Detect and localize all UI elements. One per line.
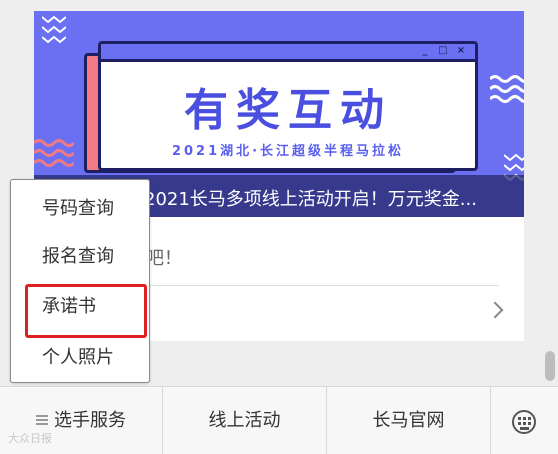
tab-athlete-services-label: 选手服务 <box>54 410 126 431</box>
tab-online-activities-label: 线上活动 <box>208 410 281 431</box>
keyboard-icon[interactable] <box>512 410 536 434</box>
bottom-tab-bar: 选手服务 线上活动 长马官网 <box>0 386 558 454</box>
window-titlebar: _ □ × <box>101 44 475 62</box>
banner-title: 有奖互动 <box>184 85 392 136</box>
article-snippet: 吧！ <box>146 248 182 269</box>
watermark: 大众日报 <box>8 432 52 445</box>
maximize-icon: □ <box>438 45 448 56</box>
menu-item-personal-photo[interactable]: 个人照片 <box>11 343 149 373</box>
wave-decoration-icon <box>34 139 74 167</box>
menu-item-registration-query[interactable]: 报名查询 <box>11 242 149 272</box>
banner-subtitle: 2021湖北·长江超级半程马拉松 <box>171 144 405 159</box>
wave-decoration-icon <box>490 75 524 103</box>
menu-item-number-query[interactable]: 号码查询 <box>11 194 149 224</box>
highlight-box <box>25 284 147 338</box>
scrollbar-thumb[interactable] <box>545 351 555 381</box>
article-headline[interactable]: 2021长马多项线上活动开启！万元奖金... <box>144 185 514 211</box>
menu-icon <box>36 414 48 425</box>
zigzag-decoration-icon <box>42 15 66 44</box>
tab-official-site-label: 长马官网 <box>372 410 445 431</box>
tab-official-site[interactable]: 长马官网 <box>327 387 491 454</box>
minimize-icon: _ <box>422 45 428 56</box>
close-icon: × <box>456 45 466 56</box>
chevron-right-icon[interactable] <box>486 301 504 319</box>
divider <box>139 285 499 286</box>
service-popup-menu: 号码查询 报名查询 承诺书 个人照片 <box>10 179 150 383</box>
tab-online-activities[interactable]: 线上活动 <box>163 387 327 454</box>
window-illustration: _ □ × 有奖互动 2021湖北·长江超级半程马拉松 <box>98 41 478 171</box>
